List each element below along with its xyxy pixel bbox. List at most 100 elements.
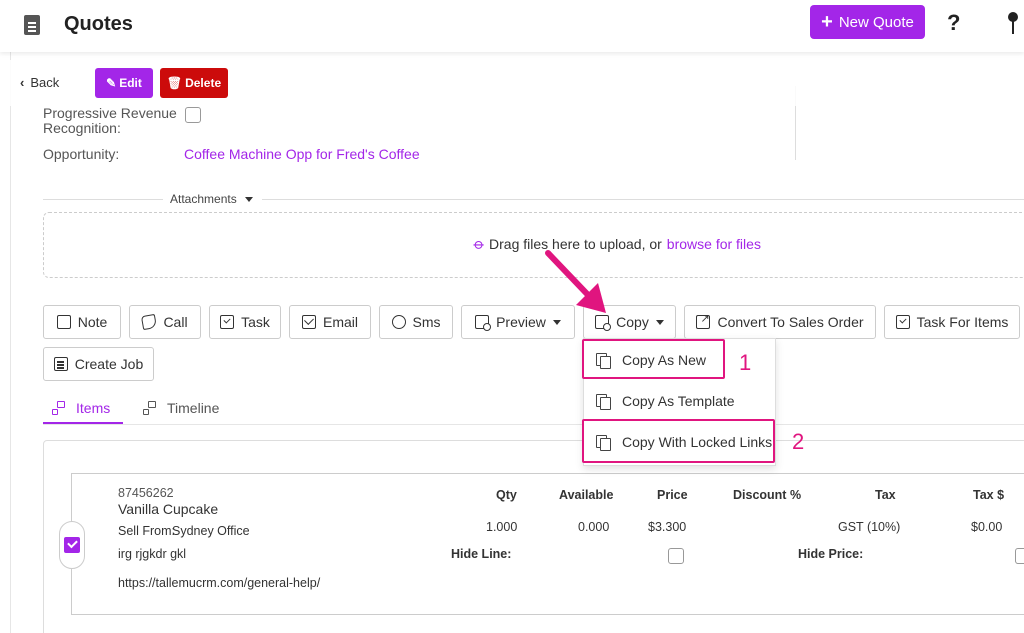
action-bar: ‹ Back ✎ Edit 🗑 Delete [0, 60, 1024, 106]
revenue-recognition-checkbox[interactable] [185, 107, 201, 123]
value-qty: 1.000 [486, 520, 518, 534]
hide-price-label: Hide Price: [798, 547, 864, 561]
hide-price-checkbox[interactable] [1015, 548, 1024, 564]
phone-icon [141, 313, 158, 331]
tab-items-label: Items [76, 400, 111, 416]
tab-timeline[interactable]: Timeline [143, 400, 219, 416]
page-title: Quotes [64, 13, 133, 35]
header-qty: Qty [496, 488, 517, 502]
share-icon [696, 312, 711, 329]
preview-label: Preview [496, 314, 546, 330]
value-tax: GST (10%) [838, 520, 901, 534]
plus-icon: + [821, 11, 833, 33]
content-left-border [10, 52, 11, 633]
note-button[interactable]: Note [43, 305, 121, 339]
email-label: Email [322, 314, 358, 330]
step-number-1: 1 [739, 350, 752, 375]
call-label: Call [163, 314, 188, 330]
copy-label: Copy [616, 314, 649, 330]
edit-icon: ✎ [106, 76, 117, 90]
menu-item-label: Copy As Template [622, 393, 735, 409]
header-available: Available [559, 488, 614, 502]
delete-label: Delete [185, 76, 222, 90]
edit-label: Edit [119, 76, 142, 90]
envelope-icon [301, 315, 316, 329]
hide-line-label: Hide Line: [451, 547, 512, 561]
delete-button[interactable]: 🗑 Delete [160, 68, 228, 98]
sms-button[interactable]: Sms [379, 305, 453, 339]
value-available: 0.000 [578, 520, 610, 534]
call-button[interactable]: Call [129, 305, 201, 339]
value-price: $3.300 [648, 520, 687, 534]
copy-icon [596, 435, 611, 451]
copy-document-icon [595, 315, 612, 331]
hide-line-checkbox[interactable] [668, 548, 684, 564]
chat-bubble-icon [391, 315, 406, 329]
caret-down-icon [552, 319, 561, 325]
checkbox-checked-icon [64, 537, 80, 553]
pin-icon[interactable] [1008, 12, 1018, 36]
sell-from-label: Sell From: [118, 524, 175, 538]
chevron-left-icon: ‹ [20, 75, 25, 90]
opportunity-link[interactable]: Coffee Machine Opp for Fred's Coffee [184, 146, 420, 162]
task-items-label: Task For Items [916, 314, 1009, 330]
browse-files-link[interactable]: browse for files [667, 236, 761, 252]
header-tax: Tax [875, 488, 896, 502]
step-number-2: 2 [792, 429, 805, 454]
new-quote-label: New Quote [838, 13, 914, 31]
task-label: Task [241, 314, 270, 330]
clipboard-list-icon [53, 357, 68, 371]
attachments-label: Attachments [170, 192, 237, 206]
email-button[interactable]: Email [289, 305, 371, 339]
tabs-divider [43, 424, 1024, 425]
item-description: irg rjgkdr gkl [118, 547, 187, 561]
item-code: 87456262 [118, 486, 174, 500]
clipboard-check-icon [895, 315, 910, 329]
back-button[interactable]: ‹ Back [20, 75, 59, 90]
note-icon [56, 315, 71, 329]
opportunity-label: Opportunity: [43, 146, 120, 162]
sms-label: Sms [412, 314, 441, 330]
timeline-icon [143, 401, 159, 415]
header-price: Price [657, 488, 688, 502]
task-button[interactable]: Task [209, 305, 281, 339]
new-quote-button[interactable]: + New Quote [810, 5, 925, 39]
create-job-label: Create Job [74, 356, 144, 372]
revenue-recognition-label-line2: Recognition: [43, 120, 121, 136]
attachments-divider-right [262, 199, 1024, 200]
copy-icon [596, 353, 611, 369]
value-tax-amount: $0.00 [971, 520, 1003, 534]
caret-down-icon [244, 196, 253, 202]
convert-label: Convert To Sales Order [717, 314, 864, 330]
item-url: https://tallemucrm.com/general-help/ [118, 576, 321, 590]
convert-sales-order-button[interactable]: Convert To Sales Order [684, 305, 876, 339]
item-name-link[interactable]: Vanilla Cupcake [118, 501, 218, 517]
menu-item-copy-as-template[interactable]: Copy As Template [584, 381, 777, 421]
menu-item-label: Copy As New [622, 352, 707, 368]
sitemap-icon [52, 401, 68, 415]
copy-icon [596, 394, 611, 410]
help-icon[interactable]: ? [947, 10, 960, 36]
top-bar: Quotes + New Quote ? [0, 0, 1024, 52]
caret-down-icon [655, 319, 664, 325]
active-tab-indicator [43, 422, 123, 424]
dropzone-text: ⌀ Drag files here to upload, or browse f… [470, 235, 761, 253]
menu-item-copy-with-locked-links[interactable]: Copy With Locked Links [584, 422, 777, 462]
document-icon [24, 15, 40, 35]
header-tax-amount: Tax $ [973, 488, 1005, 502]
annotation-arrow-icon [545, 250, 606, 313]
note-label: Note [77, 314, 108, 330]
magnifier-document-icon [475, 315, 492, 331]
edit-button[interactable]: ✎ Edit [95, 68, 153, 98]
create-job-button[interactable]: Create Job [43, 347, 154, 381]
header-discount: Discount % [733, 488, 802, 502]
back-label: Back [30, 75, 60, 90]
tab-items[interactable]: Items [52, 400, 110, 416]
attachments-toggle[interactable]: Attachments [170, 192, 253, 206]
revenue-recognition-label-line1: Progressive Revenue [43, 105, 177, 121]
line-item-select-toggle[interactable] [59, 521, 85, 569]
menu-item-label: Copy With Locked Links [622, 434, 773, 450]
task-for-items-button[interactable]: Task For Items [884, 305, 1020, 339]
tab-timeline-label: Timeline [167, 400, 220, 416]
attachments-divider-left [43, 199, 163, 200]
